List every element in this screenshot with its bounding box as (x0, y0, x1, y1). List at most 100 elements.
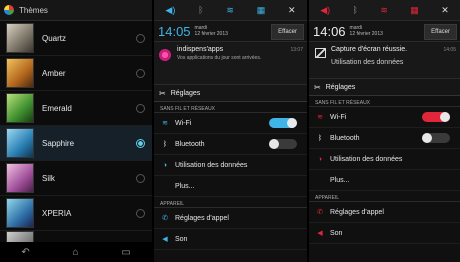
back-icon[interactable]: ↶ (21, 247, 29, 258)
home-icon[interactable]: ⌂ (72, 247, 78, 258)
clock-date: mardi 12 février 2013 (195, 25, 228, 37)
bluetooth-toggle[interactable] (269, 139, 297, 149)
themes-list: Quartz Amber Emerald Sapphire Silk XPERI… (0, 21, 152, 247)
theme-radio[interactable] (136, 33, 145, 43)
wifi-label: Wi-Fi (330, 113, 347, 121)
theme-item-emerald[interactable]: Emerald (0, 91, 152, 126)
theme-item-xperia[interactable]: XPERIA (0, 196, 152, 231)
data-grid-icon[interactable]: ▦ (257, 5, 266, 15)
theme-item-sapphire[interactable]: Sapphire (0, 126, 152, 161)
bluetooth-row[interactable]: ᛒ Bluetooth (154, 134, 307, 155)
data-grid-icon[interactable]: ▦ (410, 5, 419, 15)
notification-title: indispens'apps (177, 46, 224, 53)
notification-time: 14:05 (443, 47, 456, 53)
notification-item[interactable]: indispens'apps Vos applications du jour … (154, 42, 307, 85)
theme-radio[interactable] (136, 173, 145, 183)
more-label: Plus... (330, 176, 350, 184)
notification-shade-blue: ◀) ᛒ ≋ ▦ ✕ 14:05 mardi 12 février 2013 E… (154, 0, 307, 262)
notification-item[interactable]: Capture d'écran réussie. Utilisation des… (309, 42, 460, 79)
more-label: Plus... (175, 182, 195, 190)
data-usage-row[interactable]: ◑ Utilisation des données (154, 155, 307, 176)
theme-radio[interactable] (136, 208, 145, 218)
wifi-row[interactable]: ≋ Wi-Fi (154, 113, 307, 134)
theme-item-amber[interactable]: Amber (0, 56, 152, 91)
recent-apps-icon[interactable]: ▭ (121, 247, 130, 258)
quick-settings-bar: ◀) ᛒ ≋ ▦ ✕ (309, 0, 460, 21)
bluetooth-settings-icon: ᛒ (317, 134, 323, 142)
bluetooth-settings-icon: ᛒ (162, 140, 168, 148)
settings-wrench-icon: ✂ (314, 82, 321, 92)
wifi-toggle[interactable] (422, 112, 450, 122)
more-row[interactable]: Plus... (309, 170, 460, 191)
theme-radio-selected[interactable] (136, 138, 145, 148)
theme-thumbnail (6, 198, 34, 228)
themes-title-bar: Thèmes (0, 0, 152, 21)
theme-thumbnail (6, 163, 34, 193)
sound-label: Son (330, 229, 343, 237)
section-wireless: SANS FIL ET RÉSEAUX (154, 102, 307, 113)
call-settings-label: Réglages d'appel (330, 208, 384, 216)
notification-text: Vos applications du jour sont arrivées. (177, 55, 262, 61)
sound-icon[interactable]: ◀) (320, 5, 330, 15)
speaker-icon: ◀ (317, 230, 323, 237)
wifi-icon[interactable]: ≋ (226, 5, 234, 15)
theme-label: Silk (42, 173, 55, 183)
section-device: APPAREIL (309, 191, 460, 202)
toggle-knob (269, 139, 279, 149)
bluetooth-icon[interactable]: ᛒ (353, 5, 358, 15)
wifi-icon[interactable]: ≋ (380, 5, 388, 15)
bluetooth-toggle[interactable] (422, 133, 450, 143)
screenshot-icon (315, 48, 326, 58)
clock-time: 14:05 (158, 23, 191, 39)
wifi-settings-icon: ≋ (317, 114, 323, 121)
notification-title: Capture d'écran réussie. (331, 46, 408, 53)
settings-title: Réglages (170, 89, 201, 97)
theme-item-quartz[interactable]: Quartz (0, 21, 152, 56)
tools-icon[interactable]: ✕ (288, 5, 296, 15)
time-bar: 14:06 mardi 12 février 2013 Effacer (309, 21, 460, 42)
bluetooth-label: Bluetooth (330, 134, 360, 142)
theme-radio[interactable] (136, 68, 145, 78)
theme-label: Amber (42, 68, 66, 78)
bluetooth-row[interactable]: ᛒ Bluetooth (309, 128, 460, 149)
toggle-knob (440, 112, 450, 122)
section-wireless: SANS FIL ET RÉSEAUX (309, 96, 460, 107)
theme-label: Emerald (42, 103, 72, 113)
bluetooth-icon[interactable]: ᛒ (198, 5, 203, 15)
theme-label: XPERIA (42, 208, 72, 218)
theme-thumbnail (6, 58, 34, 88)
sound-label: Son (175, 235, 188, 243)
call-settings-row[interactable]: ✆ Réglages d'appel (309, 202, 460, 223)
wifi-toggle[interactable] (269, 118, 297, 128)
settings-header: ✂ Réglages (309, 79, 460, 96)
sound-icon[interactable]: ◀) (165, 5, 175, 15)
theme-thumbnail (6, 93, 34, 123)
clock-time: 14:06 (313, 23, 346, 39)
clear-notifications-button[interactable]: Effacer (424, 24, 457, 40)
toggle-knob (422, 133, 432, 143)
sound-row[interactable]: ◀ Son (309, 223, 460, 244)
theme-radio[interactable] (136, 103, 145, 113)
wifi-row[interactable]: ≋ Wi-Fi (309, 107, 460, 128)
data-usage-row[interactable]: ◑ Utilisation des données (309, 149, 460, 170)
data-usage-icon: ◑ (317, 155, 323, 163)
wifi-label: Wi-Fi (175, 119, 192, 127)
notification-overlap-text: Utilisation des données (331, 59, 404, 66)
tools-icon[interactable]: ✕ (441, 5, 449, 15)
theme-item-silk[interactable]: Silk (0, 161, 152, 196)
data-usage-label: Utilisation des données (330, 155, 403, 163)
theme-thumbnail (6, 128, 34, 158)
clear-notifications-button[interactable]: Effacer (271, 24, 304, 40)
toggle-knob (287, 118, 297, 128)
date-full: 12 février 2013 (349, 31, 383, 37)
data-usage-icon: ◑ (162, 161, 168, 169)
time-bar: 14:05 mardi 12 février 2013 Effacer (154, 21, 307, 42)
themes-title: Thèmes (19, 5, 48, 15)
phone-icon: ✆ (162, 215, 168, 222)
call-settings-row[interactable]: ✆ Réglages d'appel (154, 208, 307, 229)
themes-panel: Thèmes Quartz Amber Emerald Sapphire Sil… (0, 0, 152, 262)
notification-shade-red: ◀) ᛒ ≋ ▦ ✕ 14:06 mardi 12 février 2013 E… (309, 0, 460, 262)
sound-row[interactable]: ◀ Son (154, 229, 307, 250)
more-row[interactable]: Plus... (154, 176, 307, 197)
themes-app-icon (4, 5, 14, 15)
